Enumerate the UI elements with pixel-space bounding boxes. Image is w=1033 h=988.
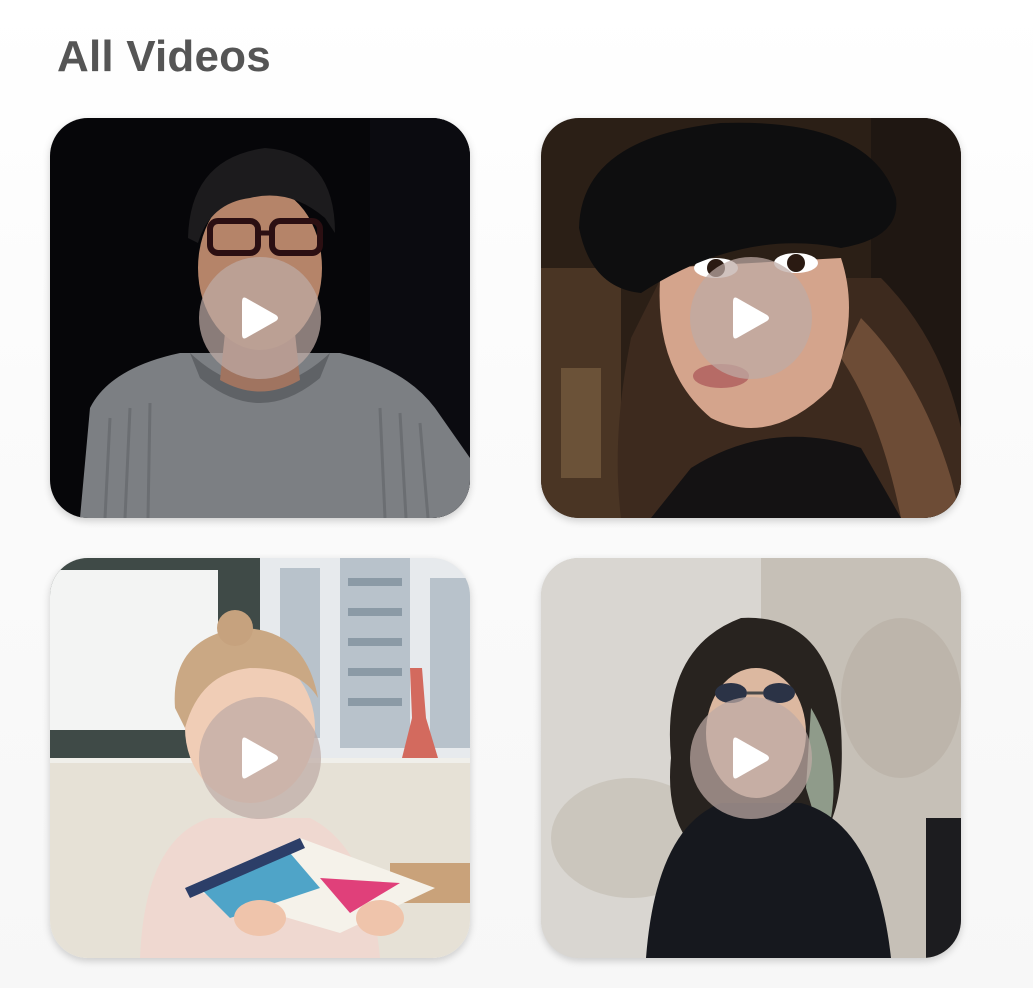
play-icon — [733, 737, 769, 779]
play-icon — [733, 297, 769, 339]
page-title: All Videos — [57, 32, 271, 81]
play-button[interactable] — [690, 697, 812, 819]
video-card[interactable] — [541, 558, 961, 958]
video-grid — [50, 118, 961, 958]
play-button[interactable] — [199, 697, 321, 819]
video-card[interactable] — [541, 118, 961, 518]
video-card[interactable] — [50, 558, 470, 958]
play-button[interactable] — [199, 257, 321, 379]
play-icon — [242, 297, 278, 339]
play-icon — [242, 737, 278, 779]
play-button[interactable] — [690, 257, 812, 379]
video-card[interactable] — [50, 118, 470, 518]
